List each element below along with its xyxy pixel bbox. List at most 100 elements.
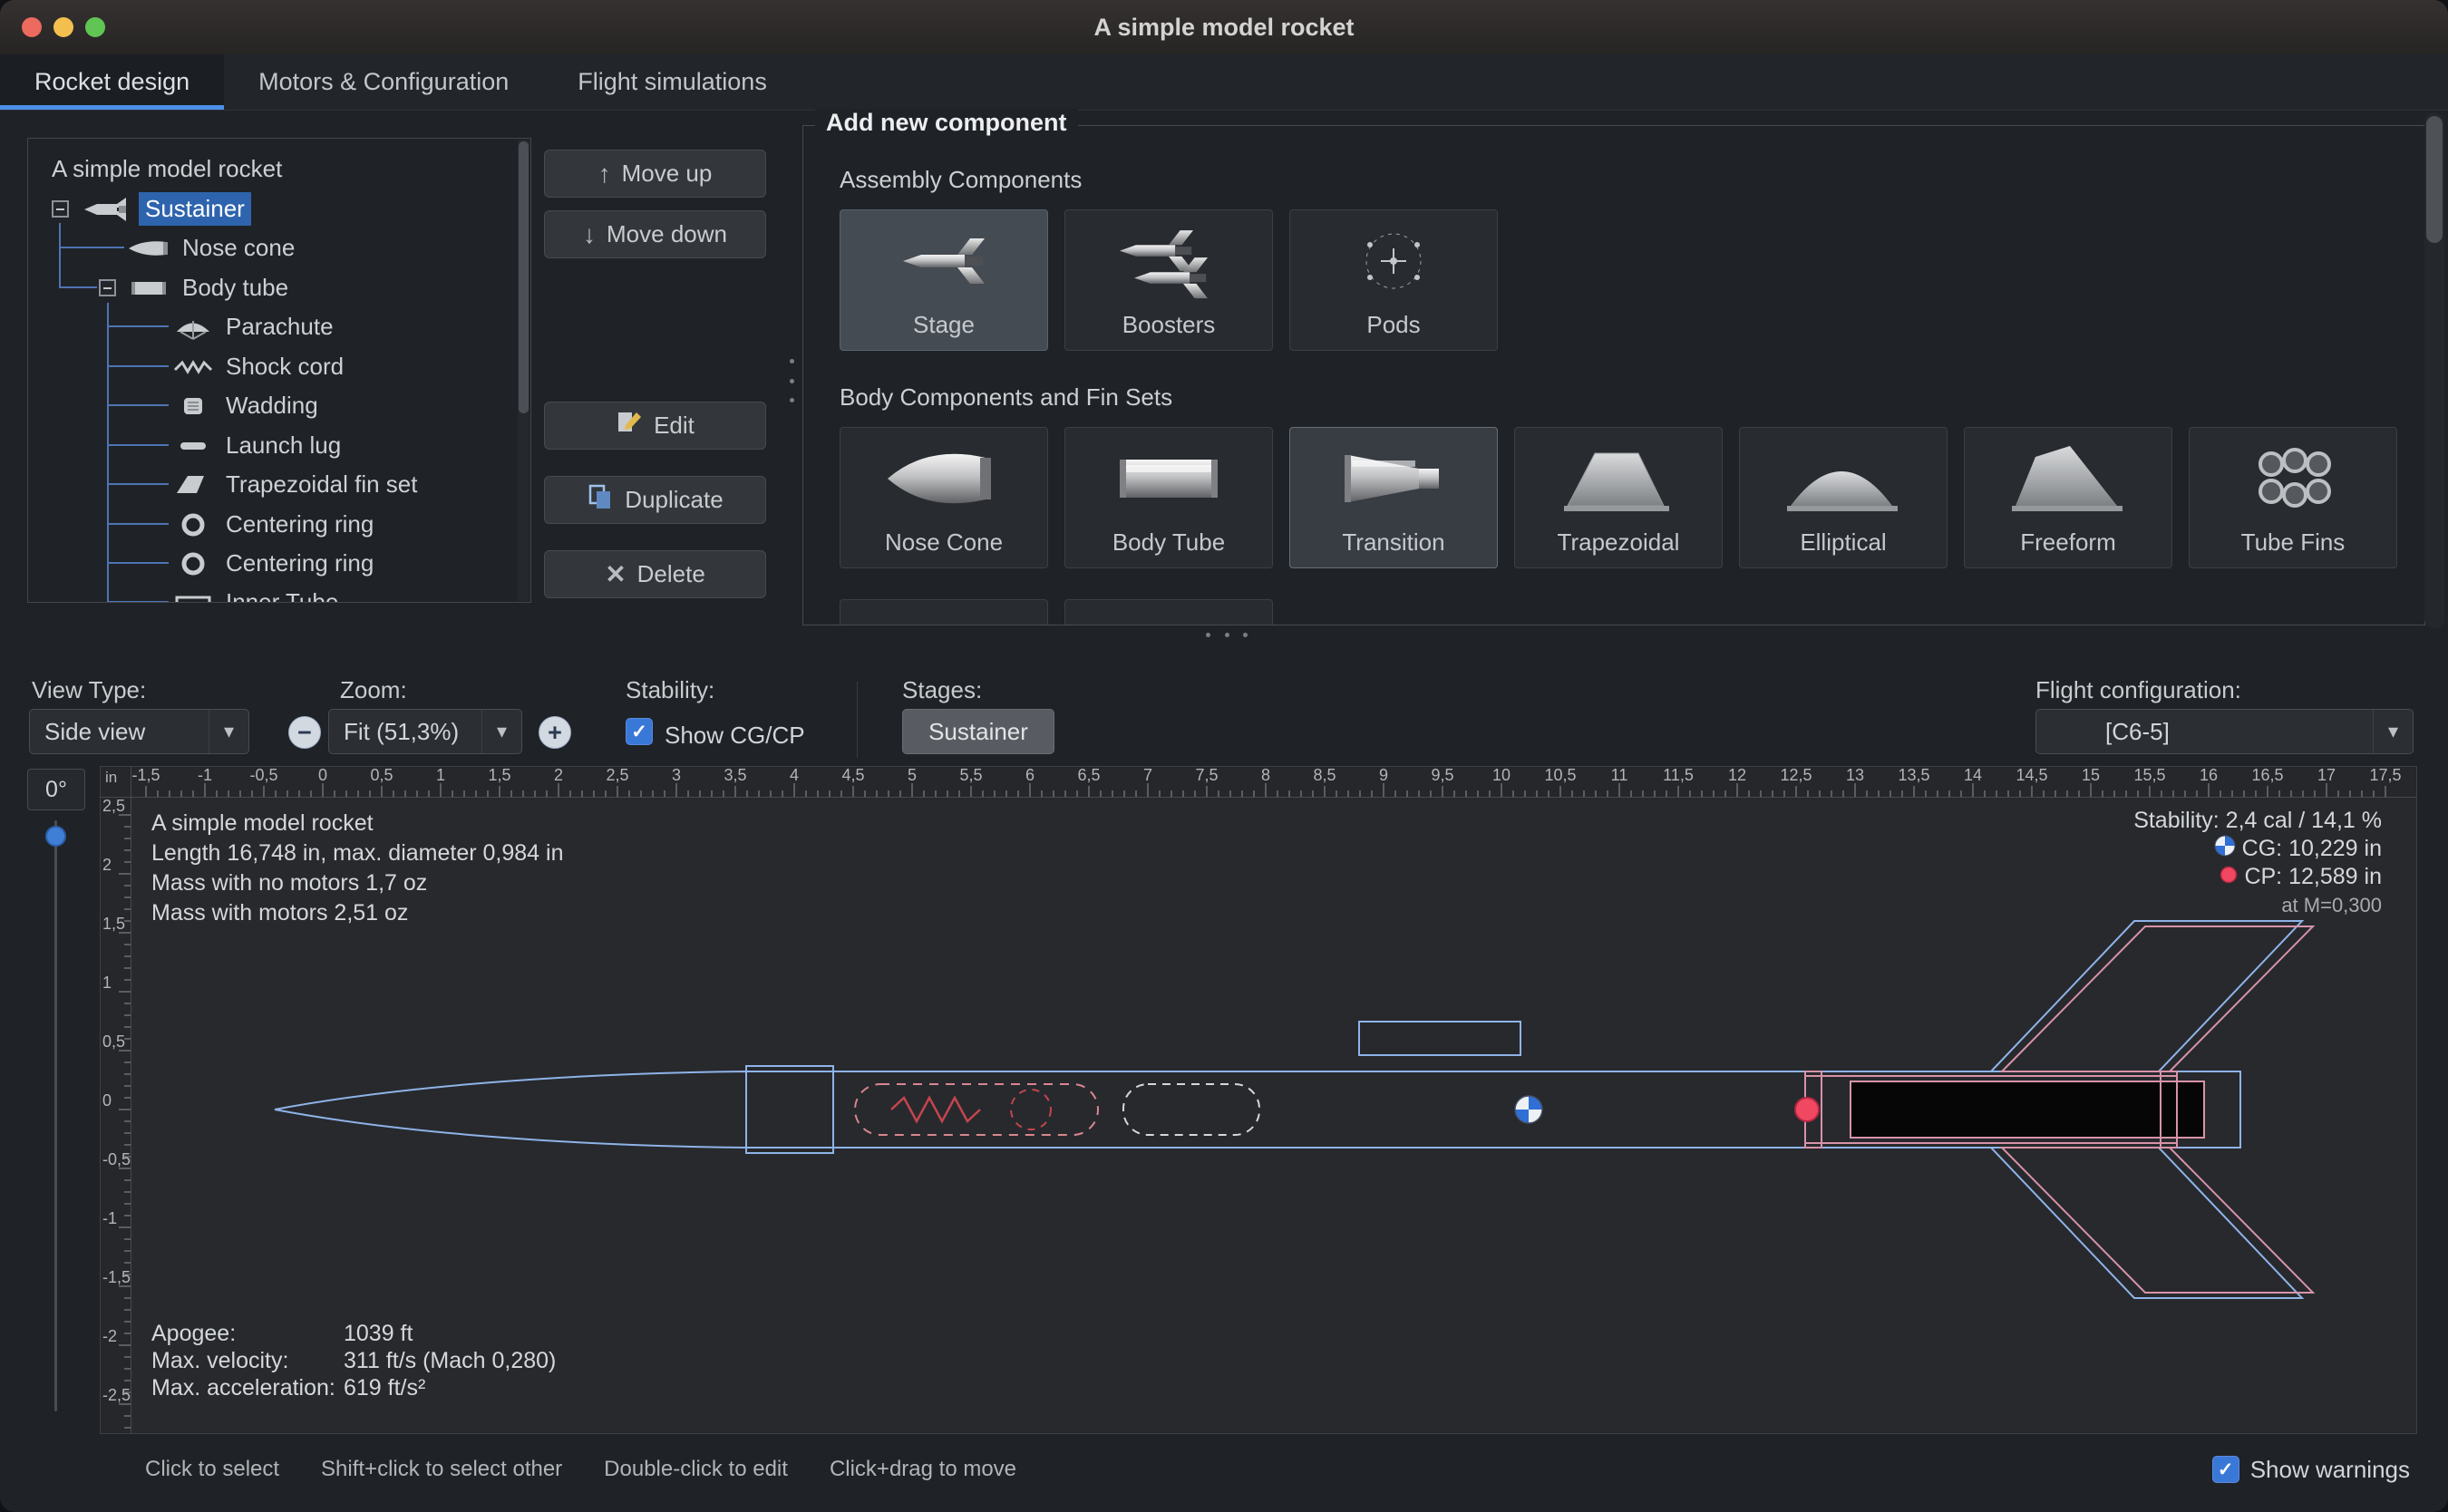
- tree-item-root[interactable]: A simple model rocket: [52, 150, 282, 189]
- rotation-slider-thumb[interactable]: [45, 826, 66, 847]
- stability-caption: Stability:: [2133, 808, 2219, 834]
- stage-icon: [840, 210, 1047, 311]
- zoom-select[interactable]: Fit (51,3%) ▾: [328, 709, 522, 754]
- tree-item-shock-cord[interactable]: Shock cord: [170, 347, 344, 386]
- tree-scrollbar-thumb[interactable]: [519, 141, 529, 413]
- add-tube-fins-button[interactable]: Tube Fins: [2189, 427, 2397, 568]
- collapse-handle-icon[interactable]: [52, 200, 69, 218]
- tab-motors-configuration[interactable]: Motors & Configuration: [224, 54, 543, 110]
- svg-text:8,5: 8,5: [1313, 767, 1336, 784]
- rotation-slider-track[interactable]: [54, 820, 57, 1411]
- add-elliptical-fin-button[interactable]: Elliptical: [1739, 427, 1948, 568]
- tree-item-parachute[interactable]: Parachute: [170, 307, 334, 346]
- edit-button[interactable]: Edit: [544, 402, 766, 450]
- tree-item-inner-tube[interactable]: Inner Tube: [170, 583, 338, 603]
- zoom-in-button[interactable]: +: [539, 716, 571, 749]
- svg-text:2: 2: [554, 767, 563, 784]
- svg-text:-1: -1: [198, 767, 212, 784]
- horizontal-splitter-handle[interactable]: [1206, 633, 1248, 637]
- wadding-icon: [170, 393, 217, 420]
- add-transition-button[interactable]: Transition: [1289, 427, 1498, 568]
- duplicate-button[interactable]: Duplicate: [544, 476, 766, 524]
- fin-upper-tab-outline: [2002, 926, 2313, 1071]
- tree-connector: [107, 483, 169, 485]
- body-components-label: Body Components and Fin Sets: [840, 383, 1172, 412]
- svg-text:13: 13: [1846, 767, 1864, 784]
- zoom-out-button[interactable]: −: [288, 716, 321, 749]
- fin-lower-tab-outline: [2002, 1148, 2313, 1293]
- show-warnings-checkbox[interactable]: ✓: [2212, 1456, 2239, 1483]
- svg-text:0,5: 0,5: [370, 767, 393, 784]
- show-cgcp-checkbox[interactable]: ✓: [626, 718, 653, 745]
- tree-item-centering-ring-2[interactable]: Centering ring: [170, 544, 374, 583]
- add-nose-cone-button[interactable]: Nose Cone: [840, 427, 1048, 568]
- rocket-design-canvas[interactable]: -1,5-1-0,500,511,522,533,544,555,566,577…: [100, 766, 2417, 1434]
- rotation-angle-field[interactable]: 0°: [27, 769, 85, 810]
- tree-connector: [107, 523, 169, 525]
- add-component-panel: Assembly Components Stage Boosters Pods …: [802, 125, 2425, 625]
- component-button-partial[interactable]: [1064, 599, 1273, 625]
- tree-connector: [59, 286, 97, 288]
- main-tab-bar: Rocket design Motors & Configuration Fli…: [0, 54, 2448, 111]
- fin-upper-outline: [1991, 921, 2302, 1071]
- shock-cord-icon: [170, 354, 217, 381]
- view-type-select[interactable]: Side view ▾: [29, 709, 249, 754]
- add-pods-button[interactable]: Pods: [1289, 209, 1498, 351]
- boosters-icon: [1065, 210, 1272, 311]
- svg-text:1,5: 1,5: [102, 915, 125, 933]
- delete-button[interactable]: ✕ Delete: [544, 550, 766, 598]
- tree-connector: [107, 562, 169, 564]
- cp-symbol: [1795, 1098, 1819, 1121]
- svg-text:13,5: 13,5: [1898, 767, 1929, 784]
- tree-item-wadding[interactable]: Wadding: [170, 386, 318, 425]
- move-up-button[interactable]: ↑ Move up: [544, 150, 766, 198]
- maximize-window-button[interactable]: [85, 17, 105, 37]
- tree-scrollbar[interactable]: [518, 140, 529, 601]
- tree-item-centering-ring-1[interactable]: Centering ring: [170, 505, 374, 544]
- stage-toggle-sustainer[interactable]: Sustainer: [902, 709, 1054, 754]
- svg-text:12: 12: [1728, 767, 1746, 784]
- svg-text:6: 6: [1025, 767, 1035, 784]
- tree-item-launch-lug[interactable]: Launch lug: [170, 426, 341, 465]
- svg-text:15: 15: [2082, 767, 2100, 784]
- arrow-up-icon: ↑: [598, 161, 611, 187]
- add-boosters-button[interactable]: Boosters: [1064, 209, 1273, 351]
- body-tube-icon: [126, 275, 173, 302]
- inner-tube-outline: [1805, 1076, 2177, 1143]
- panel-scrollbar-thumb[interactable]: [2426, 116, 2443, 243]
- mach-note: at M=0,300: [2281, 894, 2382, 917]
- flight-configuration-select[interactable]: [C6-5] ▾: [2035, 709, 2414, 754]
- svg-text:14: 14: [1964, 767, 1982, 784]
- add-stage-button[interactable]: Stage: [840, 209, 1048, 351]
- tree-item-nose-cone[interactable]: Nose cone: [126, 228, 295, 267]
- show-cgcp-label: Show CG/CP: [665, 722, 805, 750]
- apogee-value: 1039 ft: [344, 1321, 413, 1346]
- add-freeform-fin-button[interactable]: Freeform: [1964, 427, 2172, 568]
- ring-icon: [170, 550, 217, 577]
- move-down-button[interactable]: ↓ Move down: [544, 210, 766, 258]
- tree-item-body-tube[interactable]: Body tube: [126, 268, 288, 307]
- nose-shoulder-outline: [746, 1066, 833, 1153]
- svg-text:2: 2: [102, 856, 112, 874]
- minimize-window-button[interactable]: [53, 17, 73, 37]
- inner-tube-icon: [170, 589, 217, 604]
- tab-rocket-design[interactable]: Rocket design: [0, 54, 224, 110]
- status-bar: Click to select Shift+click to select ot…: [0, 1441, 2448, 1497]
- svg-text:11: 11: [1611, 767, 1628, 784]
- max-velocity-value: 311 ft/s (Mach 0,280): [344, 1348, 556, 1373]
- close-window-button[interactable]: [22, 17, 42, 37]
- chevron-down-icon: ▾: [481, 710, 521, 753]
- add-trapezoidal-fin-button[interactable]: Trapezoidal: [1514, 427, 1723, 568]
- collapse-handle-icon[interactable]: [99, 279, 116, 296]
- panel-scrollbar[interactable]: [2424, 112, 2444, 629]
- component-button-partial[interactable]: [840, 599, 1048, 625]
- arrow-down-icon: ↓: [583, 222, 596, 247]
- vertical-splitter-handle[interactable]: [788, 359, 795, 402]
- svg-text:-0,5: -0,5: [102, 1150, 131, 1168]
- add-body-tube-button[interactable]: Body Tube: [1064, 427, 1273, 568]
- svg-text:17,5: 17,5: [2369, 767, 2401, 784]
- tree-item-trapezoidal-fin-set[interactable]: Trapezoidal fin set: [170, 465, 417, 504]
- tree-item-sustainer[interactable]: Sustainer: [83, 189, 251, 228]
- freeform-fin-icon: [1965, 428, 2171, 528]
- tab-flight-simulations[interactable]: Flight simulations: [543, 54, 801, 110]
